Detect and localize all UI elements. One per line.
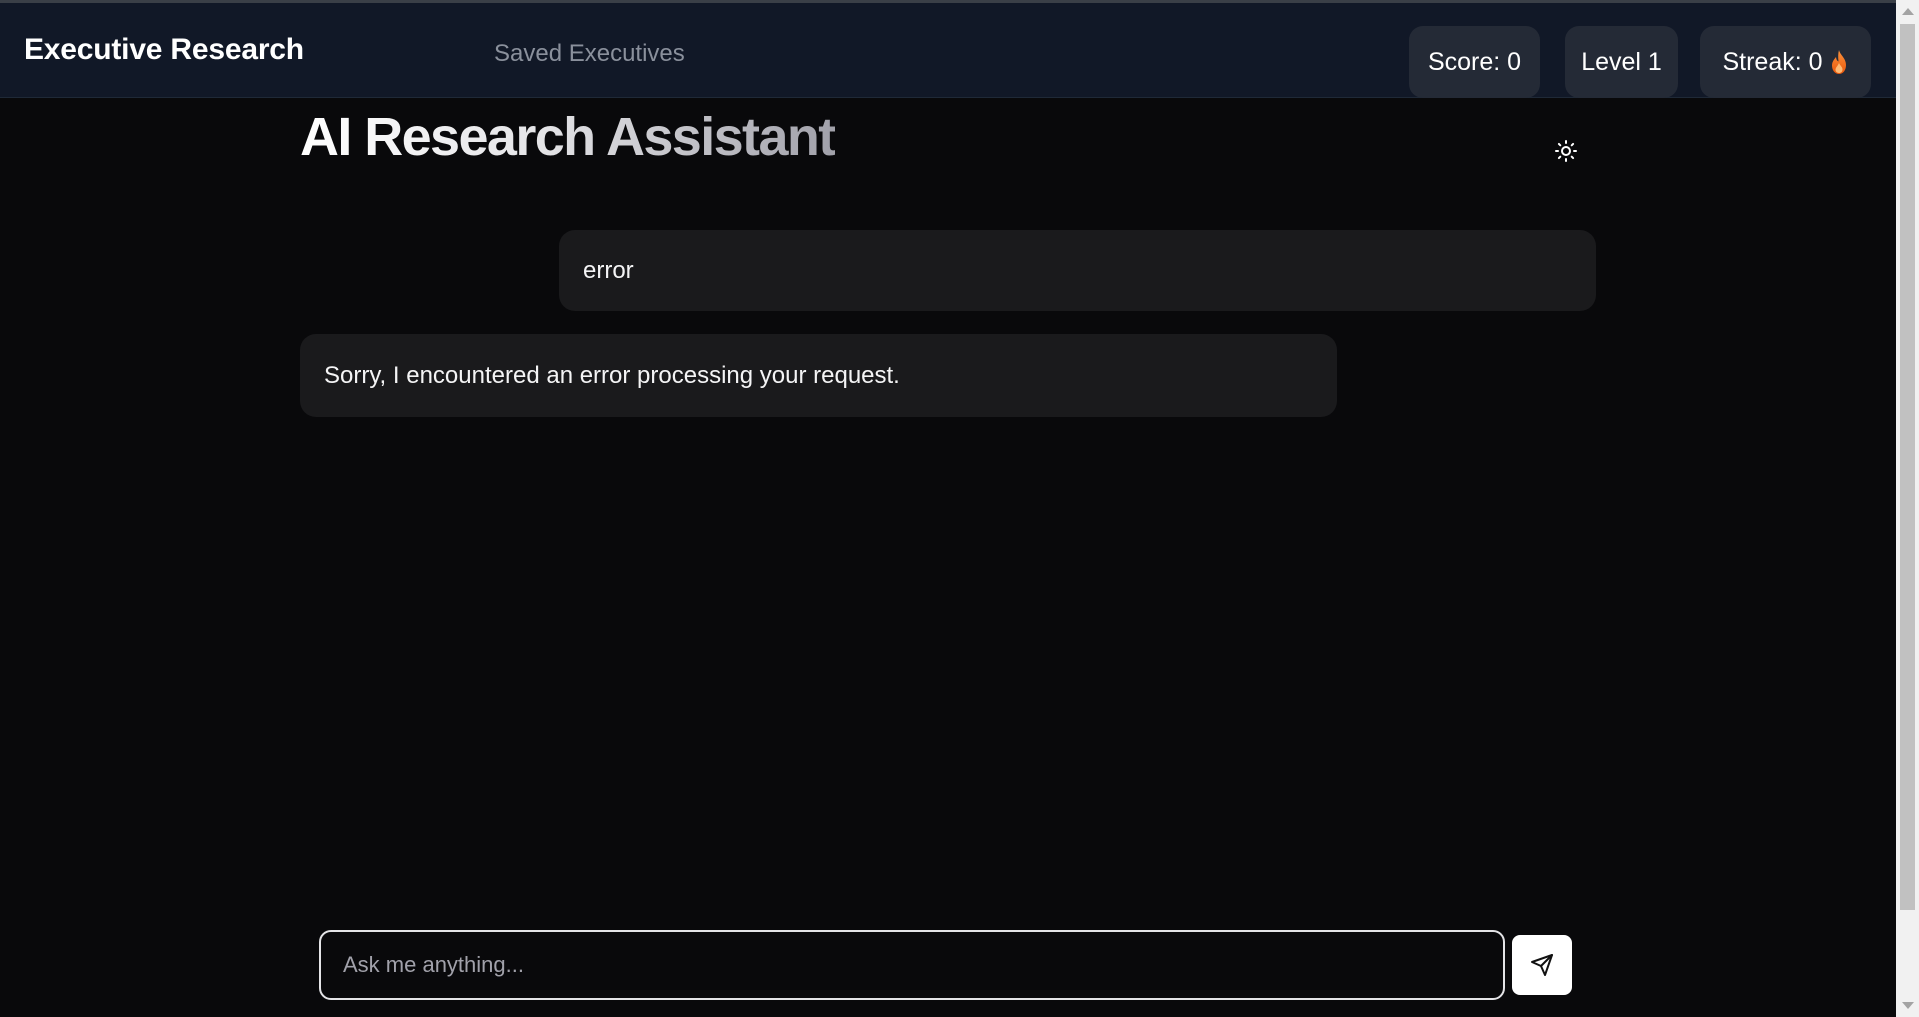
assistant-message: Sorry, I encountered an error processing… [300, 334, 1337, 417]
user-message: error [559, 230, 1596, 311]
score-label: Score: 0 [1427, 47, 1522, 76]
user-message-text: error [583, 256, 634, 284]
app-viewport: Executive Research Saved Executives Scor… [0, 0, 1919, 1017]
scroll-down-arrow-icon[interactable] [1902, 1002, 1914, 1009]
level-label: Level 1 [1581, 47, 1662, 76]
level-badge: Level 1 [1565, 26, 1678, 98]
send-button[interactable] [1512, 935, 1572, 995]
score-badge: Score: 0 [1409, 26, 1540, 98]
page-title: AI Research Assistant [300, 107, 836, 167]
assistant-message-text: Sorry, I encountered an error processing… [324, 361, 900, 389]
brand-title[interactable]: Executive Research [24, 33, 304, 67]
top-navigation-bar: Executive Research Saved Executives Scor… [0, 0, 1896, 98]
chat-input[interactable] [319, 930, 1505, 1000]
nav-link-saved-executives[interactable]: Saved Executives [494, 40, 685, 68]
streak-label: Streak: 0 [1722, 47, 1823, 76]
vertical-scrollbar[interactable] [1896, 0, 1919, 1017]
scrollbar-thumb[interactable] [1900, 24, 1915, 910]
flame-icon [1831, 50, 1846, 74]
streak-badge: Streak: 0 [1700, 26, 1871, 98]
theme-toggle-button[interactable] [1551, 136, 1581, 166]
send-icon [1531, 954, 1553, 976]
scroll-up-arrow-icon[interactable] [1902, 8, 1914, 15]
sun-icon [1555, 140, 1577, 162]
